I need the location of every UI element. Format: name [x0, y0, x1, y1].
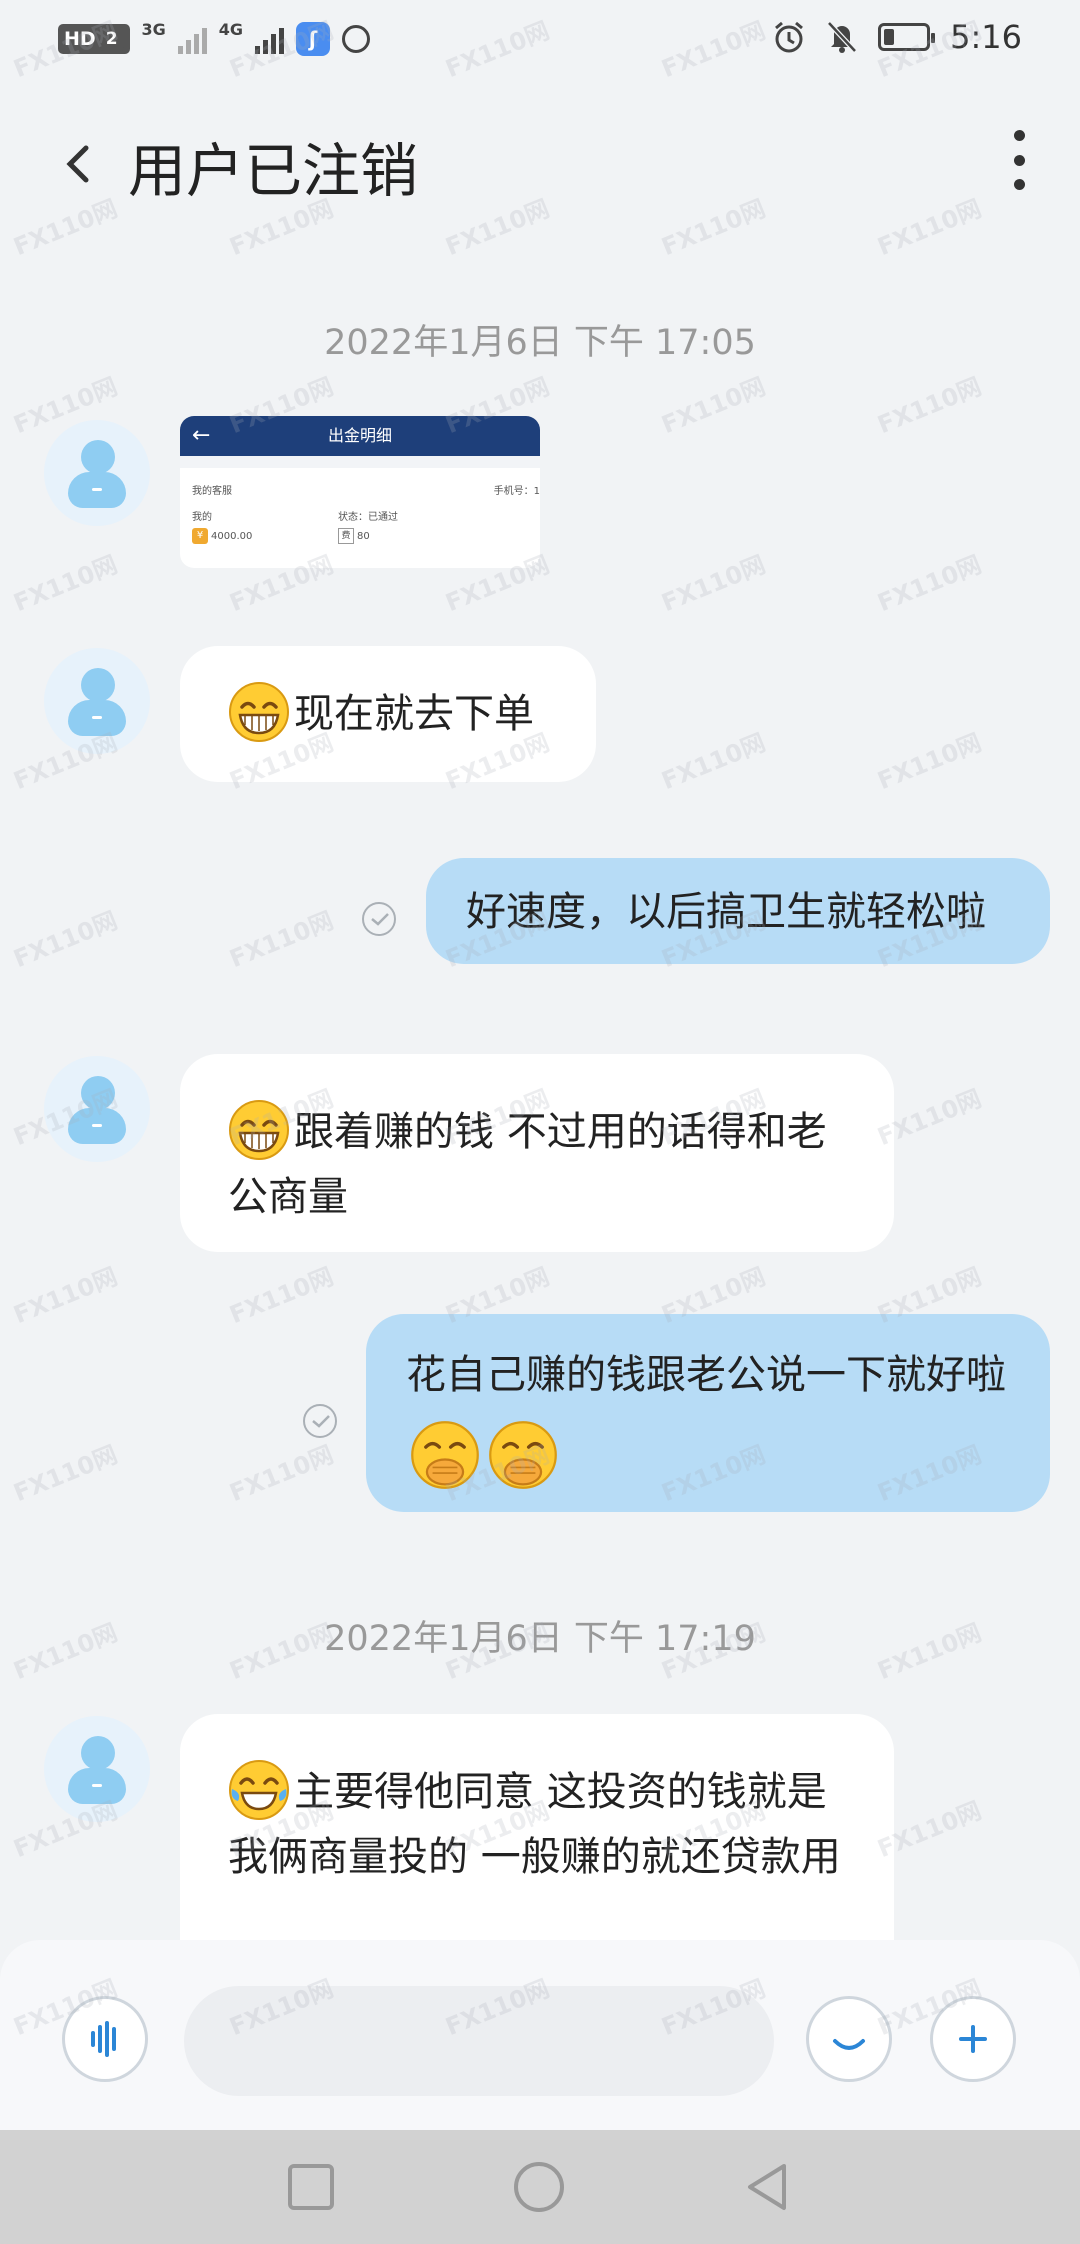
message-text: 花自己赚的钱跟老公说一下就好啦 — [406, 1352, 1006, 1398]
image-amount: ¥4000.00 — [192, 528, 252, 544]
watermark: FX110网 — [225, 1262, 338, 1330]
watermark: FX110网 — [657, 728, 770, 796]
read-check-icon — [303, 1404, 337, 1438]
circle-icon — [514, 2162, 564, 2212]
network-3g-label: 3G — [141, 19, 166, 39]
image-left-label: 我的客服 — [192, 486, 232, 497]
message-text: 跟着赚的钱 不过用的话得和老公商量 — [228, 1109, 827, 1220]
chevron-left-icon — [66, 145, 89, 183]
message-input[interactable] — [184, 1986, 774, 2096]
grinning-face-icon — [229, 1100, 289, 1160]
nav-back-button[interactable] — [740, 2160, 794, 2214]
system-nav-bar — [0, 2130, 1080, 2244]
back-button[interactable] — [60, 134, 96, 194]
watermark: FX110网 — [657, 372, 770, 440]
home-button[interactable] — [512, 2160, 566, 2214]
network-4g-label: 4G — [218, 19, 244, 39]
tears-of-joy-icon — [229, 1760, 289, 1820]
page-title: 用户已注销 — [128, 137, 419, 205]
watermark: FX110网 — [873, 372, 986, 440]
message-text: 现在就去下单 — [294, 691, 534, 737]
watermark: FX110网 — [9, 1440, 122, 1508]
plus-icon — [959, 2025, 987, 2053]
timestamp: 2022年1月6日 下午 17:19 — [324, 1619, 756, 1659]
square-icon — [288, 2164, 334, 2210]
timestamp: 2022年1月6日 下午 17:05 — [324, 323, 756, 363]
loading-icon — [342, 25, 371, 53]
more-options-button[interactable] — [1004, 130, 1034, 190]
signal-4g-icon — [255, 24, 285, 54]
battery-icon — [878, 23, 936, 51]
avatar[interactable] — [44, 648, 150, 754]
status-right: 5:16 — [772, 18, 1022, 56]
watermark: FX110网 — [873, 550, 986, 618]
message-text: 主要得他同意 这投资的钱就是我俩商量投的 一般赚的就还贷款用 — [228, 1769, 841, 1880]
image-title-bar: ← 出金明细 — [180, 416, 540, 456]
more-vertical-icon — [1013, 130, 1025, 141]
grinning-face-icon — [229, 682, 289, 742]
emoji-button[interactable] — [806, 1996, 892, 2082]
triangle-back-icon — [748, 2164, 786, 2210]
message-bubble-incoming[interactable]: 跟着赚的钱 不过用的话得和老公商量 — [180, 1054, 894, 1252]
message-bubble-outgoing[interactable]: 好速度，以后搞卫生就轻松啦 — [426, 858, 1050, 964]
avatar[interactable] — [44, 1056, 150, 1162]
watermark: FX110网 — [225, 906, 338, 974]
message-bubble-outgoing[interactable]: 花自己赚的钱跟老公说一下就好啦 — [366, 1314, 1050, 1512]
watermark: FX110网 — [225, 1440, 338, 1508]
status-bar: HD 2 3G 4G ʃ 5:16 — [0, 0, 1080, 80]
image-fee: 费 80 — [338, 528, 370, 544]
message-bubble-incoming[interactable]: 现在就去下单 — [180, 646, 596, 782]
watermark: FX110网 — [9, 550, 122, 618]
hd-badge: HD 2 — [58, 24, 130, 54]
image-right-label: 手机号：1 — [493, 486, 540, 497]
message-text: 好速度，以后搞卫生就轻松啦 — [466, 889, 986, 935]
back-arrow-icon: ← — [192, 423, 211, 448]
voice-button[interactable] — [62, 1996, 148, 2082]
watermark: FX110网 — [9, 1262, 122, 1330]
emoji-icon — [833, 2039, 865, 2050]
image-status: 状态：已通过 — [338, 512, 398, 523]
hand-over-mouth-icon — [411, 1421, 479, 1489]
read-check-icon — [362, 902, 396, 936]
watermark: FX110网 — [657, 550, 770, 618]
alarm-icon — [775, 21, 804, 53]
avatar[interactable] — [44, 1716, 150, 1822]
voice-icon — [91, 2021, 116, 2057]
hand-over-mouth-icon — [489, 1421, 557, 1489]
signal-3g-icon — [177, 24, 207, 54]
input-bar — [0, 1940, 1080, 2130]
watermark: FX110网 — [9, 906, 122, 974]
chat-header: 用户已注销 — [0, 100, 1080, 230]
status-left: HD 2 3G 4G ʃ — [58, 19, 371, 56]
avatar[interactable] — [44, 420, 150, 526]
image-message[interactable]: ← 出金明细 我的客服 手机号：1 我的 状态：已通过 ¥4000.00 费 80 — [180, 416, 540, 568]
image-account-label: 我的 — [192, 512, 212, 523]
mute-bell-icon — [827, 21, 857, 53]
app-notification-icon: ʃ — [296, 22, 331, 56]
add-button[interactable] — [930, 1996, 1016, 2082]
recent-apps-button[interactable] — [284, 2160, 338, 2214]
watermark: FX110网 — [873, 728, 986, 796]
clock: 5:16 — [950, 18, 1022, 56]
